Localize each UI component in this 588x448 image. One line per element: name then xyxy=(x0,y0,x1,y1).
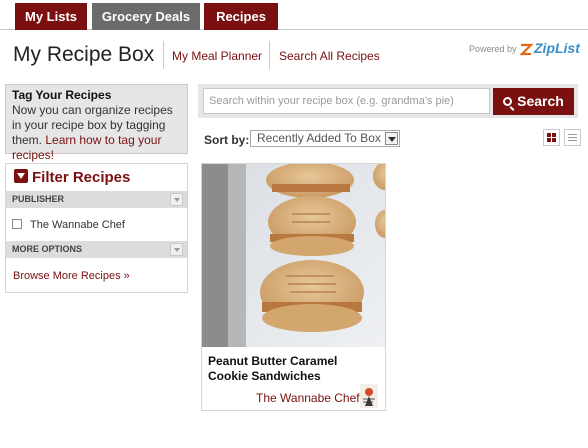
sort-selected-value: Recently Added To Box xyxy=(257,131,381,145)
collapse-arrow-icon xyxy=(14,169,28,183)
header-divider xyxy=(163,41,164,69)
publisher-option-label: The Wannabe Chef xyxy=(30,219,125,231)
chevron-down-icon[interactable] xyxy=(170,193,183,206)
publisher-section-header[interactable]: PUBLISHER xyxy=(6,191,187,208)
publisher-section-label: PUBLISHER xyxy=(12,194,65,204)
tab-my-lists[interactable]: My Lists xyxy=(15,3,87,30)
recipe-title[interactable]: Peanut Butter Caramel Cookie Sandwiches xyxy=(208,354,378,384)
more-options-section-header[interactable]: MORE OPTIONS xyxy=(6,241,187,258)
recipe-search-input[interactable] xyxy=(203,88,490,114)
publisher-logo-icon xyxy=(360,384,378,408)
publisher-filter-option[interactable]: The Wannabe Chef xyxy=(12,219,125,231)
recipe-card[interactable]: Peanut Butter Caramel Cookie Sandwiches … xyxy=(201,163,386,411)
recipe-photo[interactable] xyxy=(202,164,385,347)
powered-by-label: Powered by xyxy=(469,44,517,54)
search-all-recipes-link[interactable]: Search All Recipes xyxy=(279,49,380,63)
grid-view-button[interactable] xyxy=(543,129,560,146)
header-divider xyxy=(269,41,270,69)
grid-view-icon xyxy=(547,133,556,142)
ziplist-logo[interactable]: ZipList xyxy=(534,40,580,56)
page-title: My Recipe Box xyxy=(13,43,155,66)
search-button[interactable]: Search xyxy=(493,88,574,115)
browse-more-recipes-link[interactable]: Browse More Recipes » xyxy=(13,270,130,282)
filter-recipes-panel: Filter Recipes PUBLISHER The Wannabe Che… xyxy=(5,163,188,293)
meal-planner-link[interactable]: My Meal Planner xyxy=(172,49,262,63)
search-bar: Search xyxy=(198,84,578,118)
top-tab-bar: My Lists Grocery Deals Recipes xyxy=(0,0,588,30)
sort-by-label: Sort by: xyxy=(204,133,250,147)
ziplist-logo-icon xyxy=(519,43,533,56)
chevron-down-icon[interactable] xyxy=(170,243,183,256)
tab-grocery-deals[interactable]: Grocery Deals xyxy=(92,3,200,30)
sort-select[interactable]: Recently Added To Box xyxy=(250,130,400,147)
more-options-label: MORE OPTIONS xyxy=(12,244,83,254)
filter-heading[interactable]: Filter Recipes xyxy=(14,169,130,186)
search-button-label: Search xyxy=(517,93,564,109)
tab-recipes[interactable]: Recipes xyxy=(204,3,278,30)
tag-your-recipes-box: Tag Your Recipes Now you can organize re… xyxy=(5,84,188,162)
tag-box-heading: Tag Your Recipes xyxy=(12,88,112,102)
recipe-publisher-link[interactable]: The Wannabe Chef xyxy=(256,391,360,405)
list-view-button[interactable] xyxy=(564,129,581,146)
search-icon xyxy=(503,97,513,106)
publisher-checkbox[interactable] xyxy=(12,219,22,229)
filter-heading-label: Filter Recipes xyxy=(32,169,131,186)
dropdown-arrow-icon[interactable] xyxy=(385,132,398,145)
